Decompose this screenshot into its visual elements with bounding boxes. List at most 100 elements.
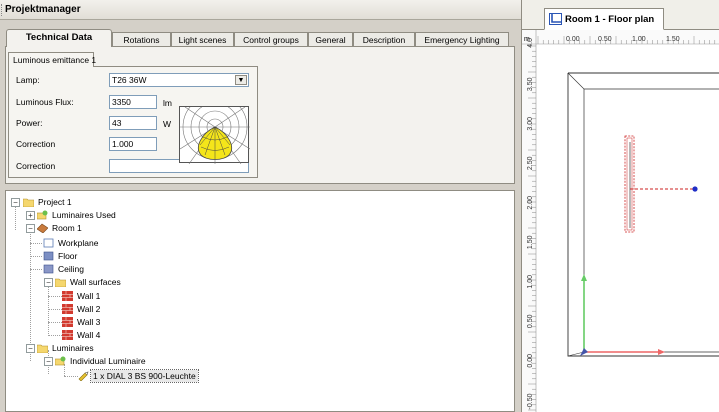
left-ruler-label: 0.00 [527,354,534,368]
project-tree: − Project 1 + Luminaires Used − Room 1 W… [5,190,515,412]
luminous-flux-unit: lm [163,98,172,108]
tree-item-project[interactable]: Project 1 [23,196,103,208]
property-tabs: Technical Data Rotations Light scenes Co… [6,29,514,47]
luminous-emittance-panel: Lamp: T26 36W ▼ Luminous Flux: 3350 lm P… [8,66,258,178]
floor-plan-canvas[interactable]: m 0.00 0.50 1.00 1.50 4.03.503.002.502.001.… [522,30,719,412]
correction-field-1[interactable]: 1.000 [109,137,157,151]
tree-item-label: Project 1 [38,197,72,207]
floor-icon [43,251,54,261]
tree-item-wall-1[interactable]: Wall 1 [62,290,122,302]
left-ruler-label: 4.0 [527,38,534,48]
power-unit: W [163,119,172,129]
tree-item-room-1[interactable]: Room 1 [37,222,117,234]
tree-item-floor[interactable]: Floor [43,250,103,262]
left-ruler-label: 1.50 [527,235,534,249]
collapse-individual-luminaire-toggle[interactable]: − [44,357,53,366]
power-field[interactable]: 43 [109,116,157,130]
lamp-select[interactable]: T26 36W ▼ [109,73,249,87]
project-manager-panel: Projektmanager Technical Data Rotations … [0,0,521,412]
tab-description[interactable]: Description [353,32,415,47]
tree-item-label: Luminaires [52,343,94,353]
top-ruler-label: 1.50 [666,36,680,43]
tab-technical-data[interactable]: Technical Data [6,29,112,47]
tree-item-wall-surfaces[interactable]: Wall surfaces [55,276,145,288]
luminaire-marker[interactable] [624,135,693,233]
tree-item-label: Floor [58,251,78,261]
luminaires-used-icon [37,210,48,220]
tab-general[interactable]: General [308,32,353,47]
tab-control-groups[interactable]: Control groups [234,32,308,47]
tree-item-label: 1 x DIAL 3 BS 900-Leuchte [90,369,199,383]
tree-item-label: Ceiling [58,264,84,274]
tree-item-luminaires-used[interactable]: Luminaires Used [37,209,147,221]
tree-item-label: Luminaires Used [52,210,116,220]
correction-label-2: Correction [16,161,56,171]
panel-title: Projektmanager [0,0,521,20]
tree-item-label: Wall 1 [77,291,101,301]
tree-item-label: Workplane [58,238,99,248]
tree-item-label: Room 1 [52,223,82,233]
collapse-wall-surfaces-toggle[interactable]: − [44,278,53,287]
tree-item-label: Wall 2 [77,304,101,314]
lamp-label: Lamp: [16,75,40,85]
tree-item-label: Individual Luminaire [70,356,146,366]
tree-item-label: Wall 3 [77,317,101,327]
folder-icon [55,278,66,287]
workplane-icon [43,238,54,248]
left-ruler-label: 1.00 [527,275,534,289]
left-ruler-label: 3.00 [527,117,534,131]
tab-emergency-lighting[interactable]: Emergency Lighting [415,32,509,47]
tree-item-individual-luminaire[interactable]: Individual Luminaire [55,355,165,367]
folder-icon [37,344,48,353]
floor-plan-tab-label: Room 1 - Floor plan [565,14,655,25]
tab-luminous-emittance-1[interactable]: Luminous emittance 1 [8,52,96,67]
folder-icon [23,198,34,207]
brick-wall-icon [62,291,73,301]
luminaire-icon [78,371,89,381]
brick-wall-icon [62,317,73,327]
luminous-flux-field[interactable]: 3350 [109,95,157,109]
correction-label-1: Correction [16,139,56,149]
left-ruler-label: 0.50 [527,314,534,328]
ceiling-icon [43,264,54,274]
room-outline[interactable] [567,72,719,357]
power-label: Power: [16,118,43,128]
tree-item-label: Wall surfaces [70,277,121,287]
tree-item-wall-2[interactable]: Wall 2 [62,303,122,315]
tree-item-workplane[interactable]: Workplane [43,237,123,249]
tab-rotations[interactable]: Rotations [112,32,171,47]
luminous-flux-label: Luminous Flux: [16,97,74,107]
left-ruler-label: 2.50 [527,156,534,170]
top-ruler-label: 0.00 [566,36,580,43]
origin-axes [580,274,665,356]
view-tab-bar: Room 1 - Floor plan [522,0,719,30]
lamp-value: T26 36W [112,75,147,85]
floor-plan-icon [549,13,562,25]
tree-item-label: Wall 4 [77,330,101,340]
tree-item-luminaires[interactable]: Luminaires [37,342,117,354]
room-icon [37,223,48,233]
aim-point[interactable] [692,186,698,192]
top-ruler [522,30,719,44]
chevron-down-icon[interactable]: ▼ [235,75,247,85]
expand-luminaires-used-toggle[interactable]: + [26,211,35,220]
brick-wall-icon [62,330,73,340]
floor-plan-view: Room 1 - Floor plan m 0.00 0.50 1.00 1.50 4… [521,0,719,412]
tree-item-wall-3[interactable]: Wall 3 [62,316,122,328]
light-distribution-curve [179,94,251,165]
top-ruler-label: 0.50 [598,36,612,43]
tab-light-scenes[interactable]: Light scenes [171,32,234,47]
luminaire-group-icon [55,356,66,366]
tree-item-luminaire-dial-3[interactable]: 1 x DIAL 3 BS 900-Leuchte [78,369,218,383]
tab-room-1-floor-plan[interactable]: Room 1 - Floor plan [544,8,664,30]
left-ruler-label: 3.50 [527,77,534,91]
collapse-project-toggle[interactable]: − [11,198,20,207]
collapse-room-toggle[interactable]: − [26,224,35,233]
top-ruler-label: 1.00 [632,36,646,43]
collapse-luminaires-toggle[interactable]: − [26,344,35,353]
tree-item-wall-4[interactable]: Wall 4 [62,329,122,341]
left-ruler-label: -0.50 [527,393,534,409]
polar-diagram-icon [179,94,251,165]
tree-item-ceiling[interactable]: Ceiling [43,263,103,275]
left-ruler-label: 2.00 [527,196,534,210]
